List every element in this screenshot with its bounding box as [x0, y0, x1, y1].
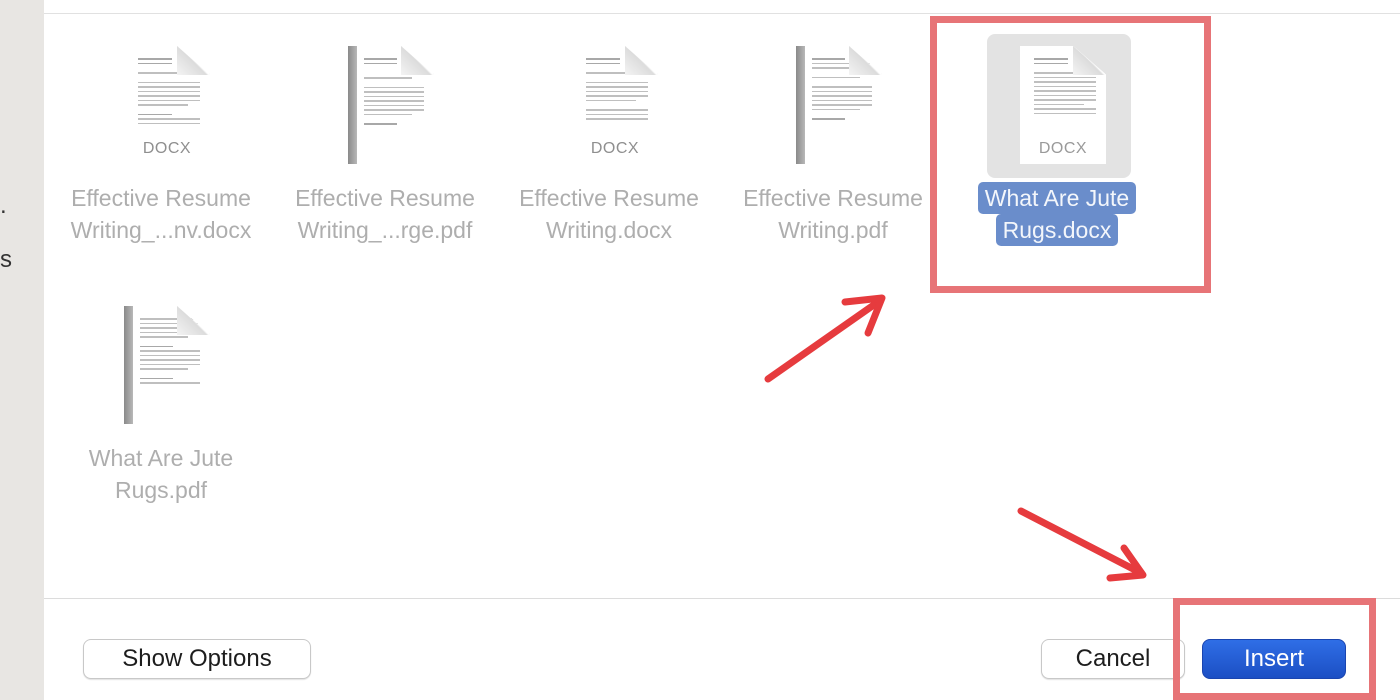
file-item[interactable]: Effective Resume Writing_...rge.pdf: [273, 14, 497, 264]
page-fold: [177, 46, 210, 75]
background-text: .: [0, 192, 7, 219]
file-thumbnail: DOCX: [91, 34, 235, 178]
show-options-button[interactable]: Show Options: [83, 639, 311, 679]
file-type-badge: DOCX: [590, 140, 640, 157]
file-name: Effective Resume Writing_...nv.docx: [70, 185, 252, 243]
file-thumbnail: DOCX: [539, 34, 683, 178]
annotation-highlight-insert: [1173, 598, 1376, 700]
annotation-highlight-file: [930, 16, 1211, 293]
file-name: Effective Resume Writing.docx: [519, 185, 699, 243]
file-thumbnail: [315, 34, 459, 178]
file-name: Effective Resume Writing_...rge.pdf: [295, 185, 475, 243]
cancel-button[interactable]: Cancel: [1041, 639, 1185, 679]
file-thumbnail: [763, 34, 907, 178]
file-item[interactable]: DOCX Effective Resume Writing_...nv.docx: [49, 14, 273, 264]
file-name: Effective Resume Writing.pdf: [743, 185, 923, 243]
background-document: . s: [0, 0, 44, 700]
file-thumbnail: [91, 294, 235, 438]
file-type-badge: DOCX: [142, 140, 192, 157]
file-name: What Are Jute Rugs.pdf: [88, 445, 234, 503]
background-text: s: [0, 246, 12, 273]
file-item[interactable]: What Are Jute Rugs.pdf: [49, 274, 273, 524]
file-item[interactable]: Effective Resume Writing.pdf: [721, 14, 945, 264]
file-item[interactable]: DOCX Effective Resume Writing.docx: [497, 14, 721, 264]
